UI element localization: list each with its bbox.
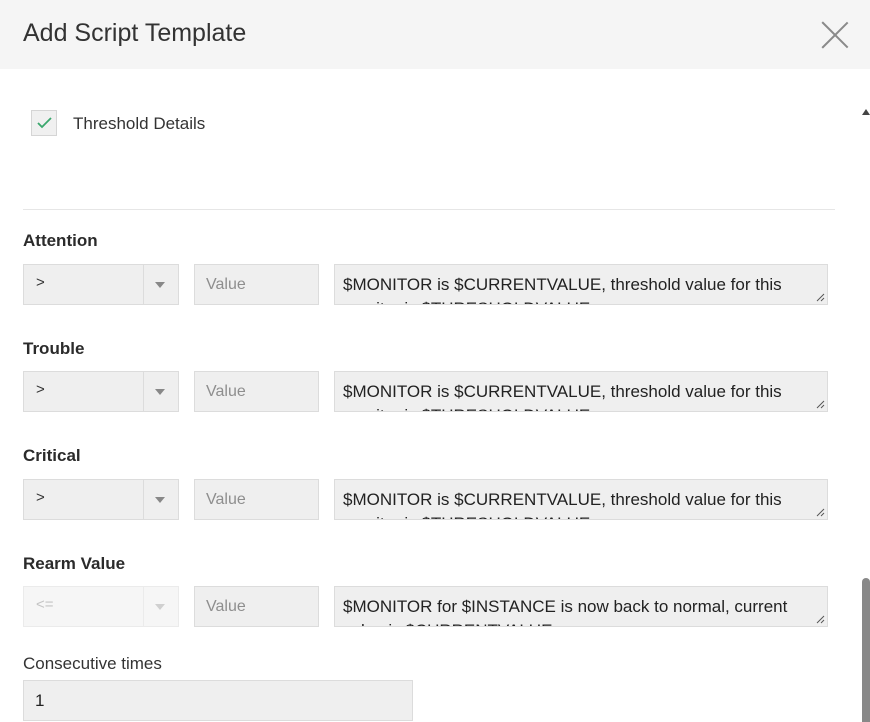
chevron-down-icon [155,389,165,395]
critical-operator-select[interactable]: > [23,479,179,520]
trouble-value-input[interactable] [194,371,319,412]
attention-operator-select[interactable]: > [23,264,179,305]
critical-operator-value: > [36,489,45,506]
close-icon[interactable] [821,21,849,49]
attention-operator-value: > [36,274,45,291]
critical-message-text: $MONITOR is $CURRENTVALUE, threshold val… [343,490,782,519]
rearm-value-input[interactable] [194,586,319,627]
attention-message-text: $MONITOR is $CURRENTVALUE, threshold val… [343,275,782,304]
trouble-label: Trouble [23,339,85,358]
scrollbar-thumb[interactable] [862,578,870,722]
critical-message-textarea[interactable]: $MONITOR is $CURRENTVALUE, threshold val… [334,479,828,520]
consecutive-times-input[interactable]: 1 [23,680,413,721]
chevron-down-icon [155,604,165,610]
attention-message-textarea[interactable]: $MONITOR is $CURRENTVALUE, threshold val… [334,264,828,305]
checkmark-icon [37,117,52,129]
section-divider [23,209,835,210]
trouble-message-textarea[interactable]: $MONITOR is $CURRENTVALUE, threshold val… [334,371,828,412]
select-separator [143,587,144,626]
rearm-message-text: $MONITOR for $INSTANCE is now back to no… [343,597,788,626]
chevron-down-icon [155,282,165,288]
scroll-up-arrow-icon[interactable] [862,109,870,115]
attention-label: Attention [23,231,98,250]
trouble-operator-select[interactable]: > [23,371,179,412]
rearm-message-textarea[interactable]: $MONITOR for $INSTANCE is now back to no… [334,586,828,627]
threshold-details-checkbox[interactable] [31,110,57,136]
rearm-value-label: Rearm Value [23,554,126,573]
chevron-down-icon [155,497,165,503]
trouble-operator-value: > [36,381,45,398]
threshold-details-label: Threshold Details [73,114,206,133]
dialog-header: Add Script Template [0,0,870,69]
dialog-title: Add Script Template [23,19,247,47]
select-separator [143,265,144,304]
consecutive-times-label: Consecutive times [23,654,162,673]
attention-value-input[interactable] [194,264,319,305]
select-separator [143,480,144,519]
resize-grip-icon[interactable] [816,400,825,409]
critical-value-input[interactable] [194,479,319,520]
resize-grip-icon[interactable] [816,508,825,517]
consecutive-times-value: 1 [35,691,45,710]
rearm-operator-value: <= [36,596,54,613]
trouble-message-text: $MONITOR is $CURRENTVALUE, threshold val… [343,382,782,411]
resize-grip-icon[interactable] [816,615,825,624]
critical-label: Critical [23,446,81,465]
resize-grip-icon[interactable] [816,293,825,302]
rearm-operator-select: <= [23,586,179,627]
select-separator [143,372,144,411]
